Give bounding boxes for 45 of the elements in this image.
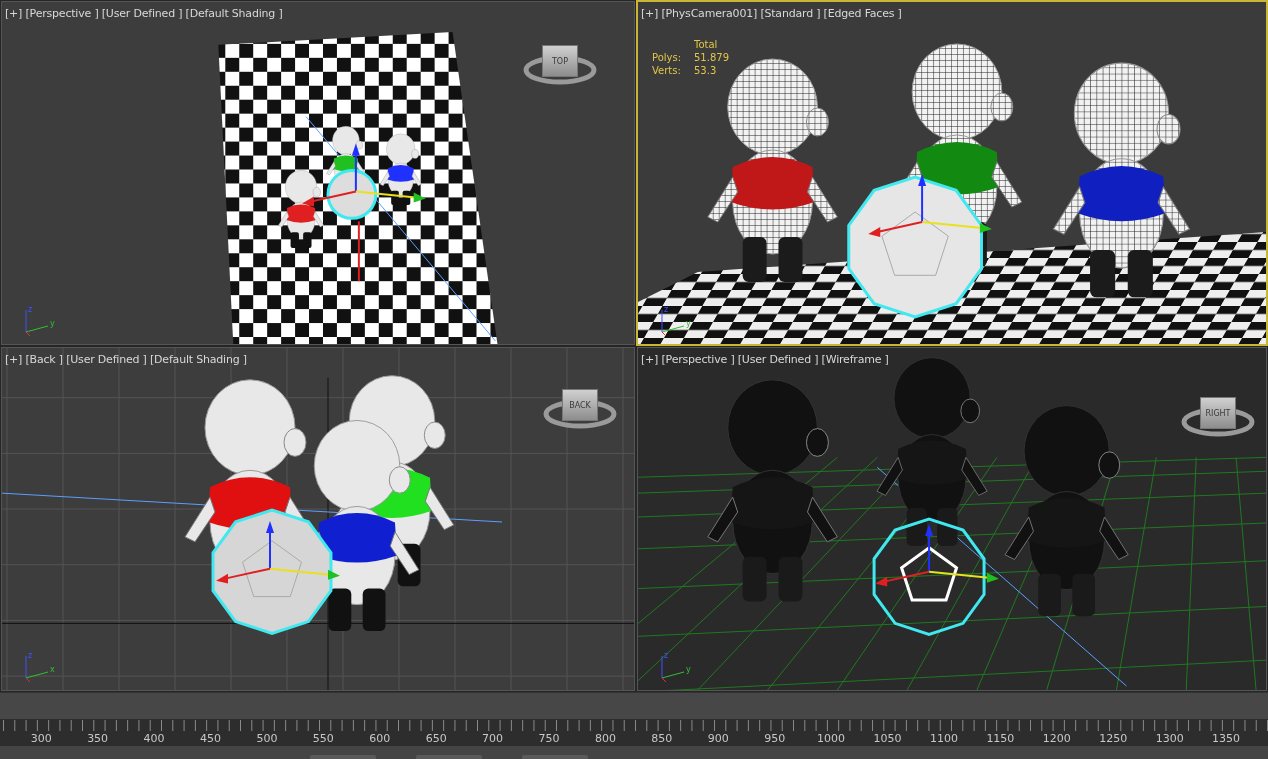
frame-number: 800 [593,732,617,746]
view-cube[interactable]: BACK [562,389,598,421]
move-gizmo[interactable] [302,143,426,207]
viewport-panel[interactable]: [+] [Perspective ] [User Defined ] [Default Shading ] TOP z y [1,1,635,345]
stats-header: Total [694,39,719,50]
move-gizmo[interactable] [875,523,999,587]
viewport-panel[interactable]: [+] [Back ] [User Defined ] [Default Shading ] BACK z x [1,347,635,691]
character-drawing [379,133,422,205]
viewport-panel[interactable]: [+] [Perspective ] [User Defined ] [Wireframe ] RIGHT z y [637,347,1267,691]
frame-number: 1200 [1041,732,1072,746]
frame-number: 900 [706,732,730,746]
frame-number: 500 [255,732,279,746]
stats-label: Polys: [652,52,683,63]
sphere-drawing [326,169,378,220]
viewport-label[interactable]: [+] [Perspective ] [User Defined ] [Default Shading ] [5,7,283,20]
frame-number: 1000 [816,732,847,746]
time-ruler[interactable]: 300 350 400 450 500 550 600 650 700 750 800 850 900 950 1000 1050 1100 1150 1200 1250 1300 1350 [0,719,1268,746]
stats-value: 51.879 [694,52,729,63]
frame-number: 550 [311,732,335,746]
frame-number: 850 [650,732,674,746]
stats-label: Verts: [652,65,682,76]
frame-number: 750 [537,732,561,746]
viewport-label[interactable]: [+] [PhysCamera001] [Standard ] [Edged Faces ] [641,7,902,20]
frame-number: 1150 [985,732,1016,746]
view-cube[interactable]: RIGHT [1200,397,1236,429]
viewport-label[interactable]: [+] [Back ] [User Defined ] [Default Shading ] [5,353,247,366]
frame-number: 600 [368,732,392,746]
frame-number: 400 [142,732,166,746]
move-gizmo[interactable] [216,521,340,584]
frame-number: 950 [763,732,787,746]
frame-number: 1350 [1211,732,1242,746]
frame-number: 350 [86,732,110,746]
frame-number: 1100 [928,732,959,746]
viewport-panel[interactable]: [+] [PhysCamera001] [Standard ] [Edged Faces ] Total Polys: 51.879 Verts: 53.3 z y [636,0,1268,346]
move-gizmo[interactable] [868,174,992,237]
frame-number: 300 [29,732,53,746]
stats-value: 53.3 [694,65,718,76]
view-cube[interactable]: TOP [542,45,578,77]
frame-number: 700 [481,732,505,746]
frame-number: 1250 [1098,732,1129,746]
viewport-label[interactable]: [+] [Perspective ] [User Defined ] [Wireframe ] [641,353,889,366]
frame-number: 450 [198,732,222,746]
frame-number: 650 [424,732,448,746]
frame-number: 1300 [1154,732,1185,746]
frame-number: 1050 [872,732,903,746]
